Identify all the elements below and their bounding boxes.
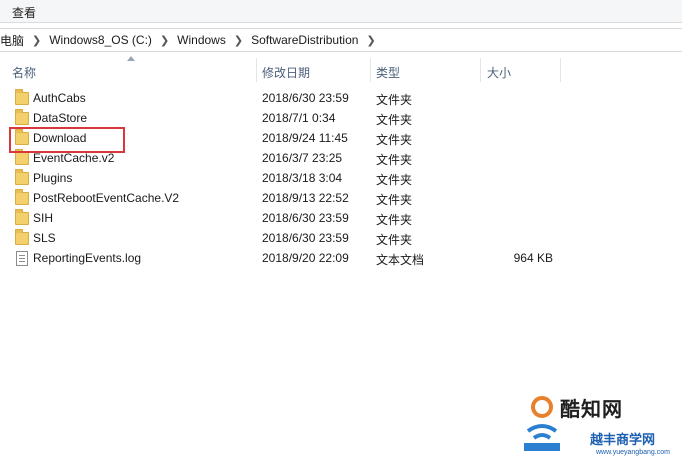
sort-ascending-icon — [127, 56, 135, 61]
column-header-type[interactable]: 类型 — [376, 64, 400, 81]
column-divider[interactable] — [370, 58, 371, 82]
list-item[interactable]: DataStore 2018/7/1 0:34 文件夹 — [0, 108, 682, 128]
column-headers: 名称 修改日期 类型 大小 — [0, 56, 682, 84]
file-date: 2018/7/1 0:34 — [262, 111, 336, 125]
file-name: SIH — [33, 211, 54, 225]
column-divider[interactable] — [480, 58, 481, 82]
watermark-url: www.yueyangbang.com — [596, 449, 670, 456]
ribbon: 查看 — [0, 0, 682, 23]
list-item[interactable]: SLS 2018/6/30 23:59 文件夹 — [0, 228, 682, 248]
file-type: 文件夹 — [376, 213, 413, 227]
file-name: AuthCabs — [33, 91, 86, 105]
chevron-right-icon[interactable]: ❯ — [158, 34, 171, 47]
folder-icon — [15, 169, 29, 185]
breadcrumb-this-pc[interactable]: 电脑 — [0, 32, 30, 49]
file-name: SLS — [33, 231, 56, 245]
breadcrumb-windows[interactable]: Windows — [171, 33, 232, 47]
file-date: 2018/9/24 11:45 — [262, 131, 348, 145]
list-item[interactable]: SIH 2018/6/30 23:59 文件夹 — [0, 208, 682, 228]
breadcrumb-softwaredistribution[interactable]: SoftwareDistribution — [245, 33, 364, 47]
file-type: 文件夹 — [376, 233, 413, 247]
file-type: 文件夹 — [376, 133, 413, 147]
folder-icon — [15, 109, 29, 125]
chevron-right-icon[interactable]: ❯ — [364, 34, 377, 47]
file-name: ReportingEvents.log — [33, 251, 142, 265]
folder-icon — [15, 209, 29, 225]
list-item[interactable]: AuthCabs 2018/6/30 23:59 文件夹 — [0, 88, 682, 108]
file-list: AuthCabs 2018/6/30 23:59 文件夹 DataStore 2… — [0, 88, 682, 268]
file-name: PostRebootEventCache.V2 — [33, 191, 180, 205]
list-item[interactable]: ReportingEvents.log 2018/9/20 22:09 文本文档… — [0, 248, 682, 268]
file-name: EventCache.v2 — [33, 151, 115, 165]
file-type: 文件夹 — [376, 113, 413, 127]
file-date: 2018/9/13 22:52 — [262, 191, 349, 205]
file-date: 2018/3/18 3:04 — [262, 171, 343, 185]
file-type: 文本文档 — [376, 253, 425, 267]
chevron-right-icon[interactable]: ❯ — [30, 34, 43, 47]
column-header-date[interactable]: 修改日期 — [262, 64, 310, 81]
address-bar[interactable]: 电脑 ❯ Windows8_OS (C:) ❯ Windows ❯ Softwa… — [0, 28, 682, 52]
watermark-subtitle: 越丰商学网 — [590, 432, 656, 447]
list-item[interactable]: PostRebootEventCache.V2 2018/9/13 22:52 … — [0, 188, 682, 208]
column-divider[interactable] — [560, 58, 561, 82]
file-date: 2018/6/30 23:59 — [262, 211, 349, 225]
watermark: 酷知网 越丰商学网 www.yueyangbang.com — [520, 393, 680, 463]
folder-icon — [15, 189, 29, 205]
text-file-icon — [15, 251, 29, 266]
highlight-box-download — [9, 127, 125, 153]
watermark-logo-icon — [524, 396, 560, 451]
file-type: 文件夹 — [376, 93, 413, 107]
folder-icon — [15, 229, 29, 245]
file-type: 文件夹 — [376, 173, 413, 187]
file-type: 文件夹 — [376, 153, 413, 167]
file-size: 964 KB — [513, 251, 553, 265]
file-date: 2018/9/20 22:09 — [262, 251, 349, 265]
breadcrumb: 电脑 ❯ Windows8_OS (C:) ❯ Windows ❯ Softwa… — [0, 32, 378, 48]
file-date: 2018/6/30 23:59 — [262, 91, 349, 105]
file-type: 文件夹 — [376, 193, 413, 207]
tab-view[interactable]: 查看 — [12, 4, 36, 21]
list-item[interactable]: Plugins 2018/3/18 3:04 文件夹 — [0, 168, 682, 188]
file-name: Plugins — [33, 171, 73, 185]
column-divider[interactable] — [256, 58, 257, 82]
breadcrumb-drive-c[interactable]: Windows8_OS (C:) — [43, 33, 158, 47]
file-name: DataStore — [33, 111, 88, 125]
column-header-size[interactable]: 大小 — [487, 64, 511, 81]
file-date: 2016/3/7 23:25 — [262, 151, 343, 165]
column-header-name[interactable]: 名称 — [12, 64, 36, 81]
watermark-text: 酷知网 — [560, 399, 623, 421]
file-date: 2018/6/30 23:59 — [262, 231, 349, 245]
chevron-right-icon[interactable]: ❯ — [232, 34, 245, 47]
folder-icon — [15, 89, 29, 105]
